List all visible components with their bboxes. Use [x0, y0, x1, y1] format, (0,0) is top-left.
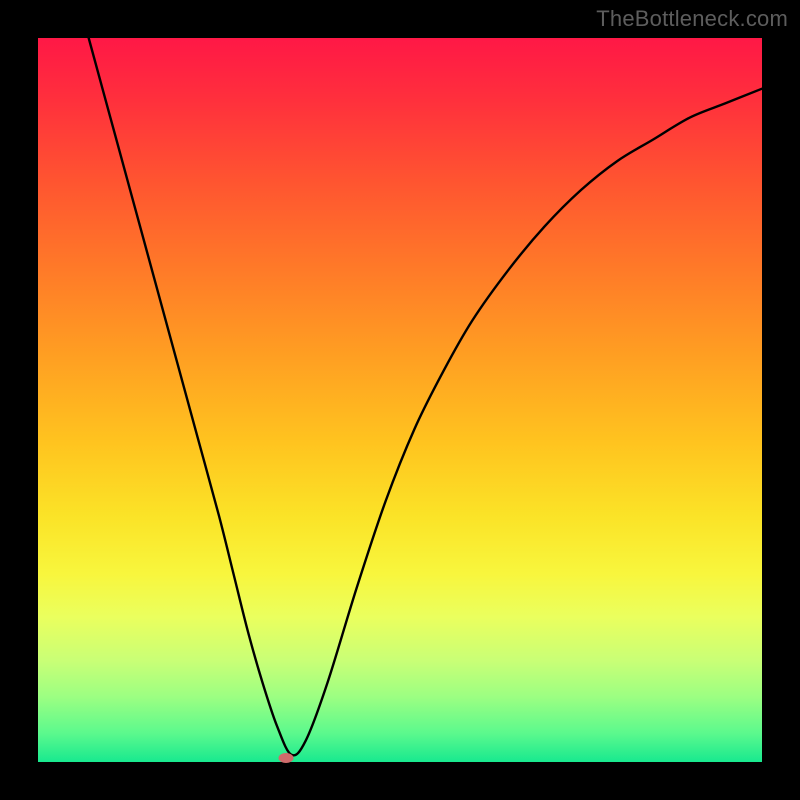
chart-frame: TheBottleneck.com	[0, 0, 800, 800]
bottleneck-curve	[89, 38, 762, 755]
optimum-marker	[279, 753, 294, 763]
watermark-text: TheBottleneck.com	[596, 6, 788, 32]
curve-svg	[38, 38, 762, 762]
plot-area	[38, 38, 762, 762]
